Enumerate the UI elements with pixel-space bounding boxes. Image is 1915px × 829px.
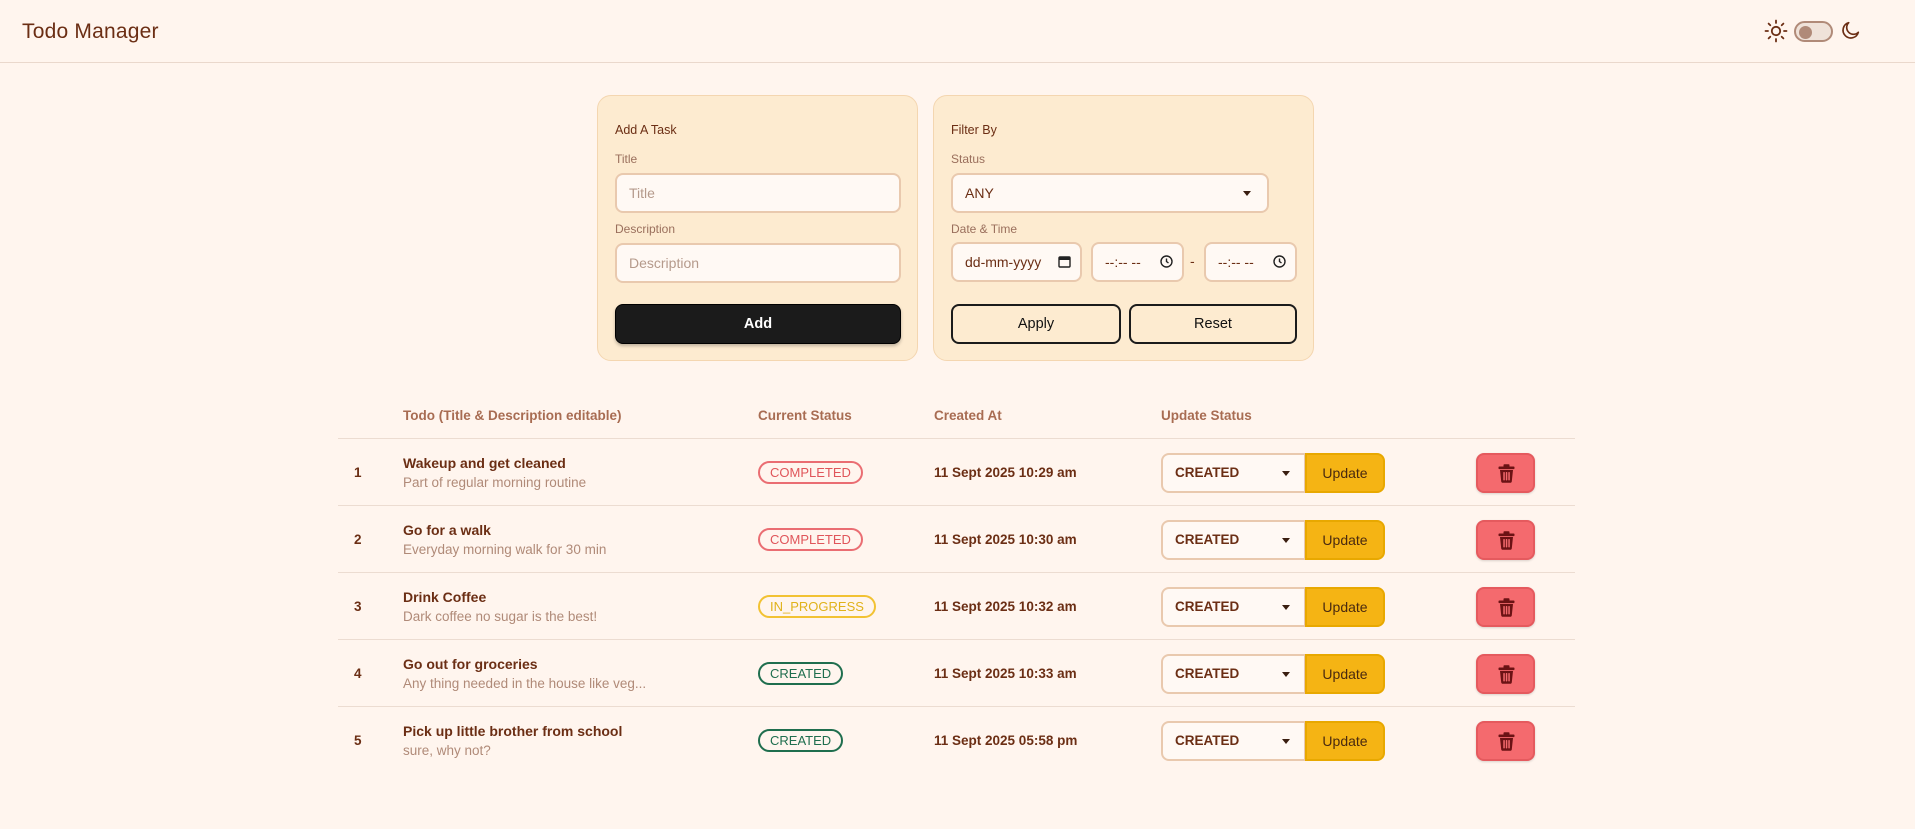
delete-button[interactable] (1476, 453, 1535, 493)
update-button[interactable]: Update (1305, 654, 1385, 694)
chevron-down-icon (1243, 191, 1251, 196)
date-input[interactable]: dd-mm-yyyy (951, 242, 1082, 282)
status-badge: CREATED (758, 662, 844, 685)
update-button[interactable]: Update (1305, 453, 1385, 493)
sun-icon (1764, 19, 1788, 43)
delete-button[interactable] (1476, 520, 1535, 560)
table-row: 3 Drink Coffee Dark coffee no sugar is t… (338, 572, 1575, 639)
update-button[interactable]: Update (1305, 721, 1385, 761)
trash-icon (1498, 464, 1515, 483)
filter-card: Filter By Status ANY Date & Time dd-mm-y… (933, 95, 1314, 361)
update-status-select[interactable]: CREATED (1161, 453, 1306, 493)
row-number: 4 (354, 666, 362, 681)
status-badge: COMPLETED (758, 528, 863, 551)
trash-icon (1498, 665, 1515, 684)
todo-description[interactable]: sure, why not? (403, 743, 491, 758)
update-status-value: CREATED (1175, 599, 1240, 614)
column-header-created-at: Created At (934, 408, 1002, 423)
title-label: Title (615, 152, 638, 166)
status-filter-value: ANY (965, 185, 994, 201)
status-badge: IN_PROGRESS (758, 595, 876, 618)
created-at: 11 Sept 2025 10:30 am (934, 532, 1077, 547)
update-status-select[interactable]: CREATED (1161, 520, 1306, 560)
app-header: Todo Manager (0, 0, 1915, 63)
todo-description[interactable]: Dark coffee no sugar is the best! (403, 609, 597, 624)
title-input[interactable] (615, 173, 901, 213)
status-filter-select[interactable]: ANY (951, 173, 1269, 213)
theme-toggle-knob (1799, 25, 1812, 39)
trash-icon (1498, 598, 1515, 617)
update-button[interactable]: Update (1305, 587, 1385, 627)
theme-toggle[interactable] (1794, 21, 1833, 42)
table-row: 2 Go for a walk Everyday morning walk fo… (338, 505, 1575, 572)
chevron-down-icon (1282, 739, 1290, 744)
update-status-value: CREATED (1175, 733, 1240, 748)
column-header-update-status: Update Status (1161, 408, 1252, 423)
delete-button[interactable] (1476, 654, 1535, 694)
moon-icon (1842, 21, 1860, 39)
time-to-placeholder: --:-- -- (1218, 254, 1254, 270)
time-range-separator: - (1190, 253, 1195, 269)
status-filter-label: Status (951, 152, 986, 166)
time-from-placeholder: --:-- -- (1105, 254, 1141, 270)
add-task-card: Add A Task Title Description Add (597, 95, 918, 361)
calendar-icon[interactable] (1058, 255, 1071, 268)
created-at: 11 Sept 2025 10:32 am (934, 599, 1077, 614)
filter-heading: Filter By (951, 123, 997, 137)
chevron-down-icon (1282, 672, 1290, 677)
todo-title[interactable]: Go for a walk (403, 522, 491, 538)
trash-icon (1498, 732, 1515, 751)
chevron-down-icon (1282, 605, 1290, 610)
delete-button[interactable] (1476, 587, 1535, 627)
time-to-input[interactable]: --:-- -- (1204, 242, 1297, 282)
time-from-input[interactable]: --:-- -- (1091, 242, 1184, 282)
status-badge: COMPLETED (758, 461, 863, 484)
update-status-select[interactable]: CREATED (1161, 587, 1306, 627)
update-status-select[interactable]: CREATED (1161, 721, 1306, 761)
update-status-select[interactable]: CREATED (1161, 654, 1306, 694)
todo-title[interactable]: Wakeup and get cleaned (403, 455, 566, 471)
chevron-down-icon (1282, 538, 1290, 543)
add-button[interactable]: Add (615, 304, 901, 344)
todo-title[interactable]: Pick up little brother from school (403, 723, 622, 739)
clock-icon[interactable] (1273, 255, 1286, 268)
todo-description[interactable]: Everyday morning walk for 30 min (403, 542, 606, 557)
update-status-value: CREATED (1175, 666, 1240, 681)
clock-icon[interactable] (1160, 255, 1173, 268)
update-status-value: CREATED (1175, 465, 1240, 480)
description-label: Description (615, 222, 676, 236)
row-number: 5 (354, 733, 362, 748)
apply-button[interactable]: Apply (951, 304, 1121, 344)
created-at: 11 Sept 2025 10:33 am (934, 666, 1077, 681)
row-number: 3 (354, 599, 362, 614)
datetime-filter-label: Date & Time (951, 222, 1018, 236)
status-badge: CREATED (758, 729, 844, 752)
todo-title[interactable]: Go out for groceries (403, 656, 538, 672)
description-input[interactable] (615, 243, 901, 283)
reset-button[interactable]: Reset (1129, 304, 1297, 344)
update-button[interactable]: Update (1305, 520, 1385, 560)
todo-description[interactable]: Any thing needed in the house like veg..… (403, 676, 646, 691)
table-row: 4 Go out for groceries Any thing needed … (338, 639, 1575, 706)
app-title: Todo Manager (22, 20, 159, 43)
created-at: 11 Sept 2025 10:29 am (934, 465, 1077, 480)
delete-button[interactable] (1476, 721, 1535, 761)
trash-icon (1498, 531, 1515, 550)
date-placeholder: dd-mm-yyyy (965, 254, 1042, 270)
column-header-todo: Todo (Title & Description editable) (403, 408, 622, 423)
table-row: 1 Wakeup and get cleaned Part of regular… (338, 438, 1575, 505)
row-number: 2 (354, 532, 362, 547)
chevron-down-icon (1282, 471, 1290, 476)
todo-description[interactable]: Part of regular morning routine (403, 475, 586, 490)
add-task-heading: Add A Task (615, 123, 677, 137)
created-at: 11 Sept 2025 05:58 pm (934, 733, 1078, 748)
update-status-value: CREATED (1175, 532, 1240, 547)
todo-title[interactable]: Drink Coffee (403, 589, 486, 605)
table-row: 5 Pick up little brother from school sur… (338, 706, 1575, 773)
column-header-current-status: Current Status (758, 408, 852, 423)
row-number: 1 (354, 465, 362, 480)
